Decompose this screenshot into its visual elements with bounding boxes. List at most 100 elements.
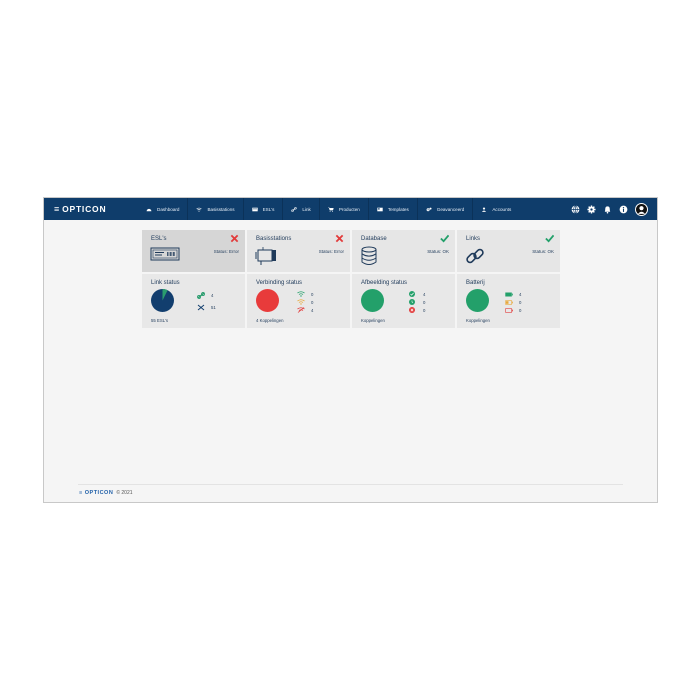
base-station-icon [255, 247, 276, 265]
nav-label: Accounts [492, 206, 512, 212]
legend-row: 4 [409, 290, 425, 298]
legend-row: 0 [505, 298, 521, 306]
esl-label-icon [150, 247, 180, 261]
template-icon [377, 207, 383, 211]
legend-value: 0 [311, 291, 314, 297]
unlinked-count: 51 [211, 304, 216, 310]
legend-row: 4 [297, 306, 313, 314]
esl-icon [251, 207, 258, 211]
card-footer-text: 55 ESL's [151, 318, 169, 323]
brand-name: OPTICON [62, 204, 107, 214]
nav-label: Link [302, 206, 311, 212]
nav-item-dashboard[interactable]: Dashboard [138, 198, 187, 220]
gears-icon [426, 207, 432, 211]
legend-row: 0 [505, 306, 521, 314]
globe-icon[interactable] [571, 204, 580, 214]
nav-items: Dashboard Basisstations ESL's Link Produ… [138, 198, 519, 220]
card-title: Link status [151, 280, 180, 286]
card-verbinding-status[interactable]: Verbinding status 0 0 4 4 Koppelingen [247, 274, 350, 328]
cart-icon [328, 206, 334, 212]
nav-item-templates[interactable]: Templates [367, 198, 417, 220]
legend-row: 0 [297, 298, 313, 306]
avatar[interactable] [635, 202, 648, 216]
nav-label: ESL's [262, 206, 275, 212]
page-footer: ≡ OPTICON © 2021 [79, 490, 133, 496]
legend-linked: 4 [197, 291, 216, 299]
legend-value: 0 [519, 307, 522, 313]
database-icon [361, 246, 377, 265]
app-window: ≡ OPTICON Dashboard Basisstations ESL's … [43, 197, 658, 503]
check-circle-icon [409, 291, 415, 297]
footer-copyright: © 2021 [116, 490, 133, 496]
footer-logo: ≡ OPTICON [79, 490, 114, 496]
wifi-off-icon [297, 307, 305, 313]
error-x-icon [335, 234, 344, 243]
pending-circle-icon [409, 299, 415, 305]
battery-full-icon [505, 292, 513, 296]
dashboard-icon [146, 208, 152, 211]
battery-medium-icon [505, 299, 513, 305]
check-icon [545, 234, 554, 243]
card-links[interactable]: Links Status: OK [457, 230, 560, 272]
legend-value: 4 [311, 307, 314, 313]
card-title: Database [361, 236, 387, 242]
legend-row: 0 [409, 298, 425, 306]
legend-row: 0 [409, 306, 425, 314]
nav-label: Producten [338, 206, 360, 212]
status-text: Status: OK [532, 249, 554, 254]
nav-label: Basisstations [207, 206, 235, 212]
nav-item-link[interactable]: Link [282, 198, 318, 220]
nav-utilities [571, 202, 657, 216]
batterij-legend: 4 0 0 [505, 290, 521, 314]
card-footer-text: Koppelingen [361, 318, 385, 323]
menu-icon[interactable]: ≡ [54, 204, 60, 214]
footer-brand: OPTICON [84, 490, 114, 496]
link-legend: 4 51 [197, 291, 216, 311]
info-icon[interactable] [619, 205, 628, 214]
gear-icon[interactable] [587, 204, 596, 214]
card-title: Verbinding status [256, 280, 303, 286]
link-icon [291, 206, 298, 212]
nav-item-producten[interactable]: Producten [318, 198, 368, 220]
error-circle-icon [409, 307, 415, 313]
status-text: Status: Error [213, 249, 239, 254]
card-batterij[interactable]: Batterij 4 0 0 Koppelingen [457, 274, 560, 328]
nav-label: Geavanceerd [436, 206, 465, 212]
nav-item-accounts[interactable]: Accounts [472, 198, 519, 220]
card-title: Basisstations [256, 236, 292, 242]
wifi-icon [196, 207, 203, 212]
bell-icon[interactable] [603, 205, 612, 214]
afbeelding-legend: 4 0 0 [409, 290, 425, 314]
legend-value: 4 [519, 291, 522, 297]
card-database[interactable]: Database Status: OK [352, 230, 455, 272]
nav-item-geavanceerd[interactable]: Geavanceerd [416, 198, 473, 220]
card-footer-text: Koppelingen [466, 318, 490, 323]
wifi-strong-icon [297, 291, 305, 297]
user-icon [482, 207, 487, 212]
nav-item-basisstations[interactable]: Basisstations [187, 198, 242, 220]
legend-value: 0 [519, 299, 522, 305]
batterij-circle [466, 289, 489, 312]
status-row: ESL's Status: Error Basisstations Status… [142, 230, 562, 272]
card-link-status[interactable]: Link status 4 51 55 ESL's [142, 274, 245, 328]
legend-row: 4 [505, 290, 521, 298]
detail-row: Link status 4 51 55 ESL's Verbinding sta… [142, 274, 562, 328]
brand-logo[interactable]: ≡ OPTICON [44, 204, 138, 214]
card-esls[interactable]: ESL's Status: Error [142, 230, 245, 272]
nav-label: Dashboard [157, 206, 180, 212]
status-text: Status: Error [318, 249, 344, 254]
wifi-medium-icon [297, 299, 305, 305]
chain-link-icon [466, 248, 484, 264]
nav-item-esls[interactable]: ESL's [242, 198, 283, 220]
battery-empty-icon [505, 307, 513, 313]
error-x-icon [230, 234, 239, 243]
card-basisstations[interactable]: Basisstations Status: Error [247, 230, 350, 272]
link-status-pie [151, 289, 174, 312]
legend-unlinked: 51 [197, 303, 216, 311]
legend-value: 0 [423, 299, 426, 305]
afbeelding-status-circle [361, 289, 384, 312]
linked-icon [197, 291, 205, 299]
status-text: Status: OK [427, 249, 449, 254]
footer-divider [78, 484, 623, 485]
card-afbeelding-status[interactable]: Afbeelding status 4 0 0 Koppelingen [352, 274, 455, 328]
